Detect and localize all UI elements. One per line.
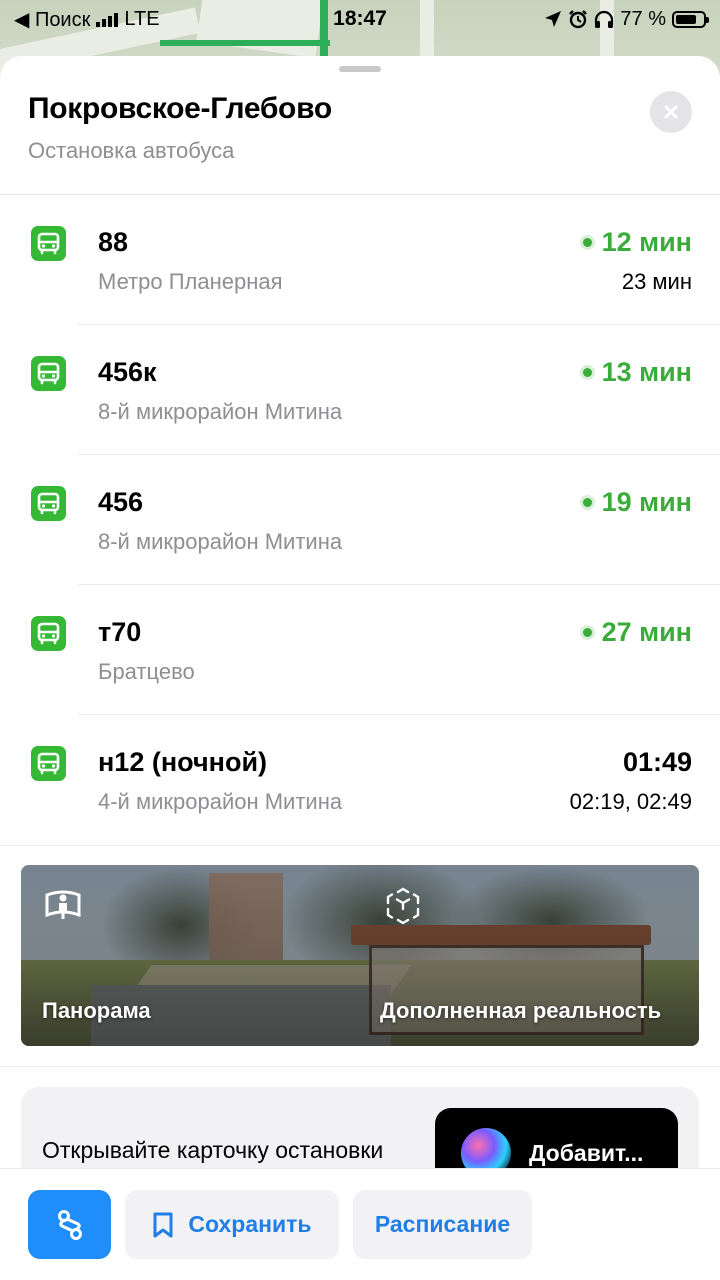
arrival-time-value: 13 мин bbox=[601, 357, 692, 387]
route-number: 88 bbox=[98, 227, 129, 257]
stop-header: Покровское-Глебово Остановка автобуса bbox=[28, 92, 332, 164]
siri-button-label: Добавит... bbox=[529, 1139, 644, 1166]
ar-cube-icon bbox=[386, 887, 420, 925]
live-indicator-icon bbox=[582, 628, 592, 637]
arrival-time: 01:49 bbox=[623, 747, 692, 778]
panorama-card: Панорама Дополненная реальность bbox=[21, 865, 699, 1046]
next-arrivals: 02:19, 02:49 bbox=[569, 789, 692, 814]
stop-title: Покровское-Глебово bbox=[28, 92, 332, 125]
alarm-icon bbox=[569, 10, 588, 29]
route-row[interactable]: 456 8-й микрорайон Митина 19 мин bbox=[0, 455, 720, 585]
arrival-time: 27 мин bbox=[582, 617, 692, 648]
live-indicator-icon bbox=[582, 368, 592, 377]
ar-button[interactable]: Дополненная реальность bbox=[361, 865, 699, 1046]
bus-icon bbox=[37, 492, 60, 515]
arrival-time-value: 12 мин bbox=[601, 227, 692, 257]
bus-badge bbox=[31, 356, 66, 391]
arrival-time-value: 19 мин bbox=[601, 487, 692, 517]
arrival-time: 12 мин bbox=[582, 227, 692, 258]
arrival-time: 13 мин bbox=[582, 357, 692, 388]
schedule-button-label: Расписание bbox=[374, 1211, 511, 1237]
promo-text: Открывайте карточку остановки bbox=[42, 1137, 384, 1163]
sheet-grabber[interactable] bbox=[339, 66, 381, 72]
close-button[interactable] bbox=[650, 91, 692, 133]
bus-badge bbox=[31, 616, 66, 651]
divider bbox=[0, 845, 720, 846]
route-destination: 8-й микрорайон Митина bbox=[98, 529, 343, 554]
bus-icon bbox=[37, 622, 60, 645]
route-destination: Метро Планерная bbox=[98, 269, 283, 294]
bookmark-icon bbox=[153, 1212, 173, 1237]
route-row[interactable]: 88 Метро Планерная 12 мин 23 мин bbox=[0, 195, 720, 325]
route-destination: 4-й микрорайон Митина bbox=[98, 789, 343, 814]
ar-label: Дополненная реальность bbox=[380, 998, 662, 1023]
stop-subtitle: Остановка автобуса bbox=[28, 138, 235, 163]
route-number: 456к bbox=[98, 357, 157, 387]
route-row[interactable]: т70 Братцево 27 мин bbox=[0, 585, 720, 715]
panorama-label: Панорама bbox=[42, 998, 151, 1023]
arrival-time-value: 01:49 bbox=[622, 747, 692, 777]
route-number: 456 bbox=[98, 487, 144, 517]
bottom-toolbar: Сохранить Расписание bbox=[0, 1168, 720, 1280]
routes-list: 88 Метро Планерная 12 мин 23 мин 456к 8-й мик… bbox=[0, 195, 720, 845]
divider bbox=[0, 1066, 720, 1067]
save-button[interactable]: Сохранить bbox=[125, 1190, 339, 1259]
route-row[interactable]: н12 (ночной) 4-й микрорайон Митина 01:49 02… bbox=[0, 715, 720, 845]
schedule-button[interactable]: Расписание bbox=[353, 1190, 532, 1259]
headphones-icon bbox=[595, 10, 614, 28]
bus-icon bbox=[37, 232, 60, 255]
route-destination: Братцево bbox=[98, 659, 195, 684]
live-indicator-icon bbox=[582, 498, 592, 507]
bus-badge bbox=[31, 226, 66, 261]
arrival-time: 19 мин bbox=[582, 487, 692, 518]
status-bar: ◀ Поиск LTE 18:47 77 % bbox=[0, 0, 720, 38]
panorama-icon bbox=[45, 890, 81, 919]
route-row[interactable]: 456к 8-й микрорайон Митина 13 мин bbox=[0, 325, 720, 455]
route-button[interactable] bbox=[28, 1190, 111, 1259]
location-arrow-icon bbox=[545, 11, 562, 27]
save-button-label: Сохранить bbox=[188, 1211, 312, 1237]
back-to-search[interactable]: ◀ Поиск bbox=[14, 7, 90, 32]
bus-badge bbox=[31, 486, 66, 521]
arrival-time-value: 27 мин bbox=[601, 617, 692, 647]
cellular-signal-icon bbox=[96, 11, 119, 27]
network-type: LTE bbox=[124, 7, 160, 30]
battery-icon bbox=[672, 10, 709, 28]
route-destination: 8-й микрорайон Митина bbox=[98, 399, 343, 424]
stop-card-sheet: Покровское-Глебово Остановка автобуса 88… bbox=[0, 56, 720, 1280]
route-icon bbox=[57, 1209, 82, 1240]
next-arrivals: 23 мин bbox=[621, 269, 692, 294]
bus-icon bbox=[37, 752, 60, 775]
route-number: н12 (ночной) bbox=[98, 747, 268, 777]
live-indicator-icon bbox=[582, 238, 592, 247]
bus-badge bbox=[31, 746, 66, 781]
bus-icon bbox=[37, 362, 60, 385]
close-icon bbox=[664, 105, 678, 119]
battery-percent: 77 % bbox=[620, 7, 666, 30]
route-number: т70 bbox=[98, 617, 142, 647]
panorama-button[interactable]: Панорама bbox=[21, 865, 361, 1046]
